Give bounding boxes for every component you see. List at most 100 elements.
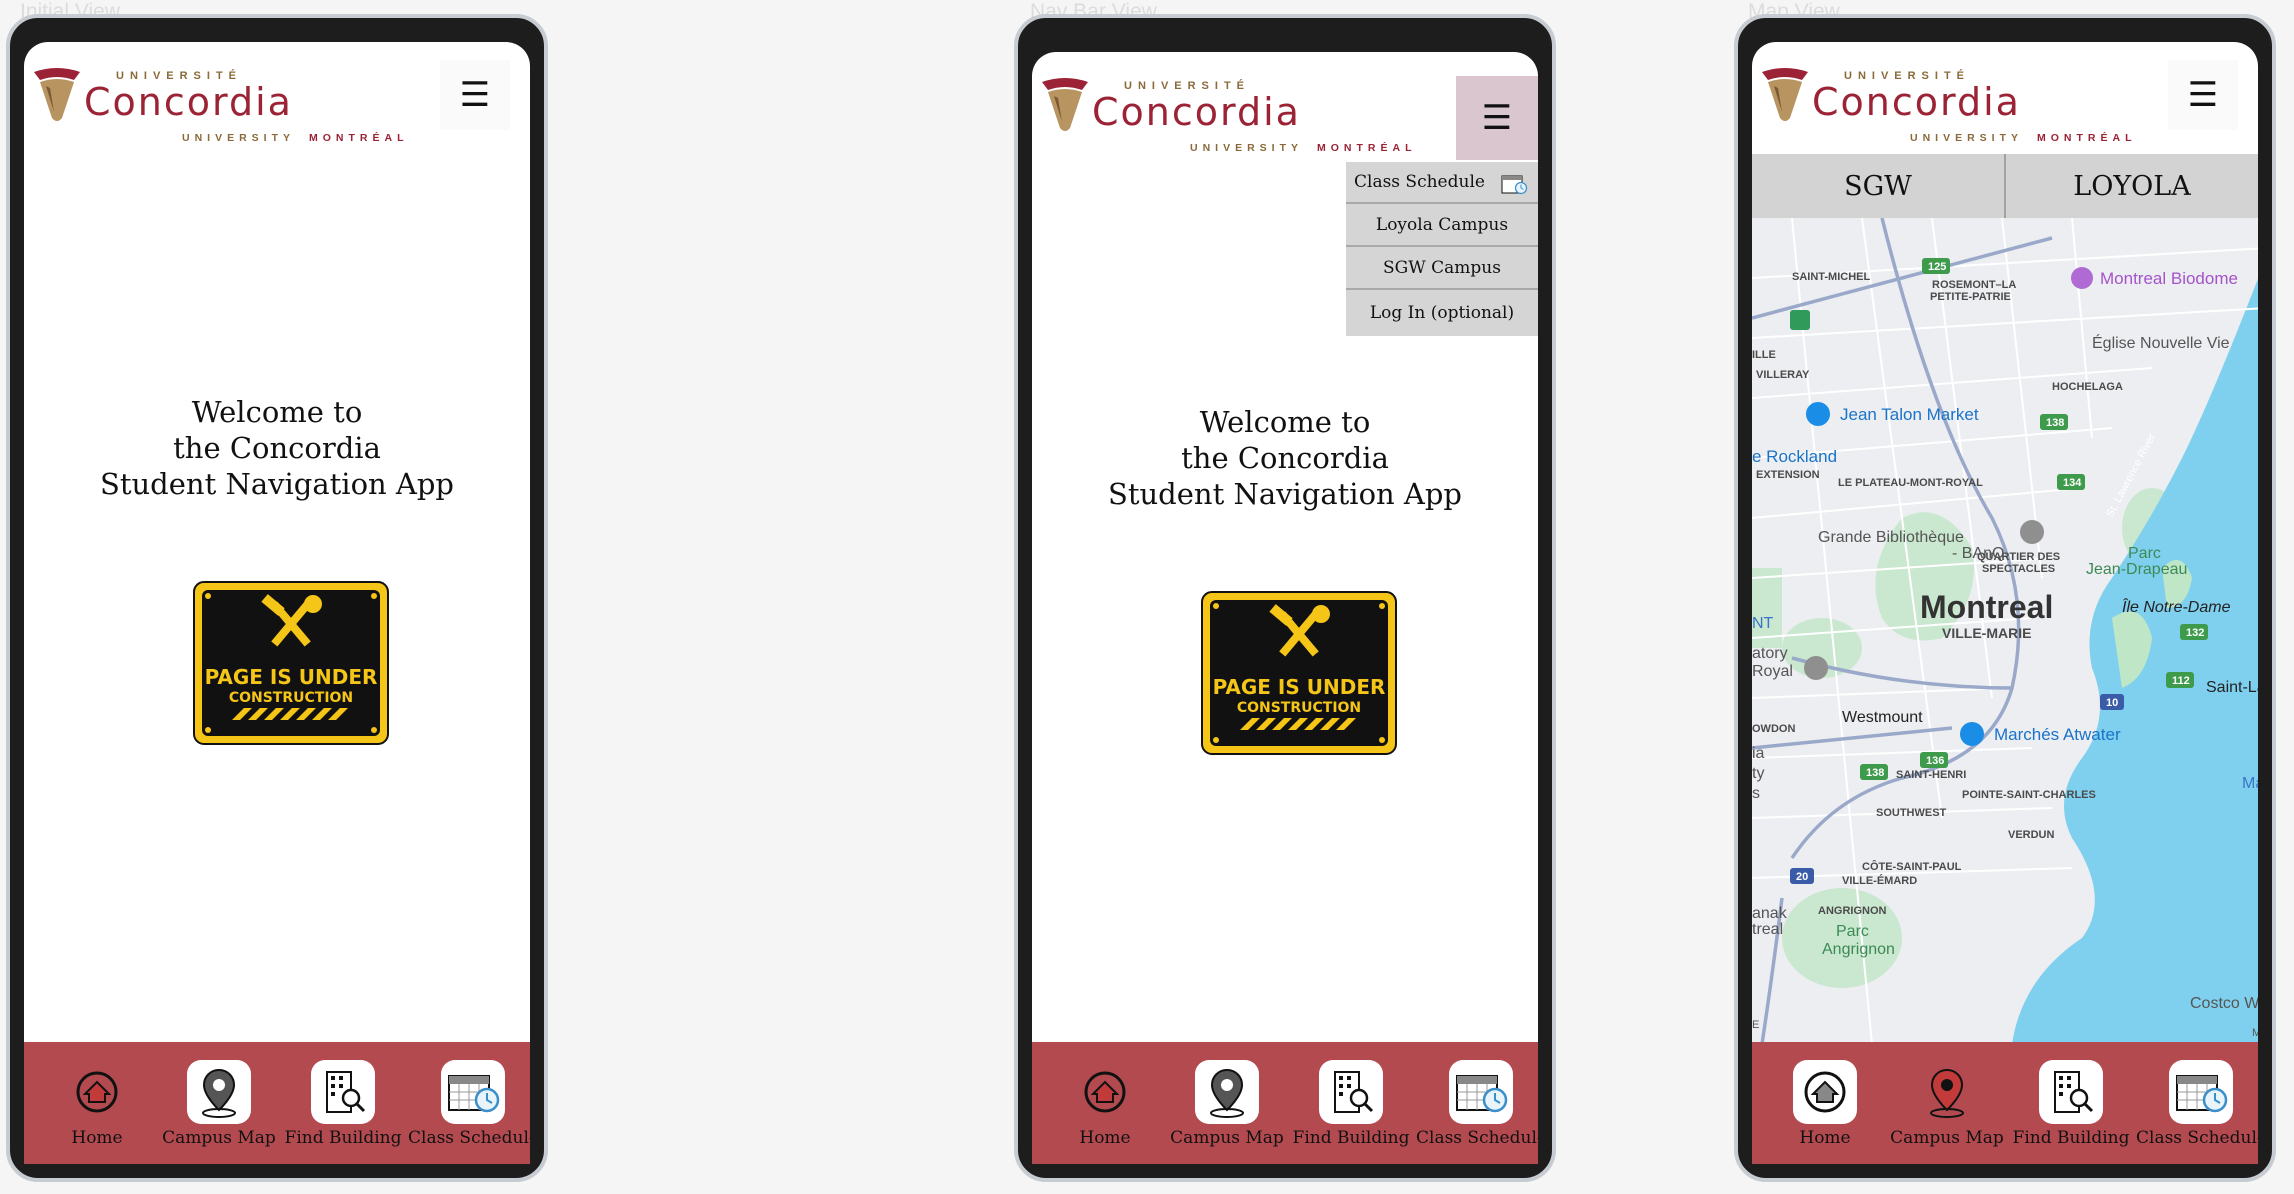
map-pin-icon	[187, 1060, 251, 1124]
svg-text:SOUTHWEST: SOUTHWEST	[1876, 807, 1947, 819]
svg-text:VILLERAY: VILLERAY	[1756, 369, 1810, 381]
phone-initial-view: UNIVERSITÉ Concordia UNIVERSITY MONTRÉAL …	[6, 14, 548, 1182]
svg-text:138: 138	[2046, 417, 2064, 429]
hamburger-menu-button[interactable]: ☰	[1456, 76, 1538, 160]
under-construction-sign: PAGE IS UNDER CONSTRUCTION	[1201, 591, 1397, 755]
svg-text:Saint-La: Saint-La	[2206, 679, 2258, 696]
concordia-logo[interactable]: UNIVERSITÉ Concordia UNIVERSITY MONTRÉAL	[1760, 60, 2132, 144]
bottom-nav: Home Campus Map Find Building Class Sche…	[24, 1042, 530, 1164]
svg-text:e Rockland: e Rockland	[1752, 447, 1837, 466]
bottom-nav: Home Campus Map Find Building Class Sche…	[1752, 1042, 2258, 1164]
nav-class-schedule[interactable]: Class Schedule	[408, 1060, 530, 1148]
library-icon	[2020, 520, 2044, 544]
hamburger-menu-button[interactable]: ☰	[2168, 60, 2238, 130]
map-canvas[interactable]: SAINT-MICHEL ROSEMONT–LA PETITE-PATRIE I…	[1752, 218, 2258, 1042]
calendar-clock-icon	[441, 1060, 505, 1124]
svg-text:SAINT-MICHEL: SAINT-MICHEL	[1792, 271, 1871, 283]
svg-text:Westmount: Westmount	[1842, 709, 1923, 726]
building-search-icon	[2039, 1060, 2103, 1124]
menu-item-log-in[interactable]: Log In (optional)	[1346, 290, 1538, 336]
under-construction-sign: PAGE IS UNDER CONSTRUCTION	[193, 581, 389, 745]
svg-text:ILLE: ILLE	[1752, 349, 1776, 361]
map-pin-icon	[1195, 1060, 1259, 1124]
svg-text:atory: atory	[1752, 645, 1788, 662]
svg-text:VILLE-MARIE: VILLE-MARIE	[1942, 625, 2031, 641]
svg-text:CÔTE-SAINT-PAUL: CÔTE-SAINT-PAUL	[1862, 860, 1962, 873]
menu-item-sgw-campus[interactable]: SGW Campus	[1346, 247, 1538, 290]
nav-find-building[interactable]: Find Building	[278, 1060, 408, 1148]
nav-home[interactable]: Home	[32, 1060, 162, 1148]
nav-campus-map[interactable]: Campus Map	[1162, 1060, 1292, 1148]
nav-campus-map[interactable]: Campus Map	[154, 1060, 284, 1148]
nav-class-schedule[interactable]: Class Schedule	[1416, 1060, 1538, 1148]
svg-text:- BAnQ: - BAnQ	[1952, 545, 2004, 562]
svg-text:SPECTACLES: SPECTACLES	[1982, 563, 2055, 575]
phone-nav-bar-view: UNIVERSITÉ Concordia UNIVERSITY MONTRÉAL …	[1014, 14, 1556, 1182]
menu-item-class-schedule[interactable]: Class Schedule	[1346, 162, 1538, 204]
welcome-text: Welcome to the Concordia Student Navigat…	[1107, 405, 1462, 511]
svg-text:EXTENSION: EXTENSION	[1756, 469, 1820, 481]
campus-tabs: SGW LOYOLA	[1752, 154, 2258, 218]
screen: UNIVERSITÉ Concordia UNIVERSITY MONTRÉAL …	[24, 42, 530, 1164]
svg-text:CONSTRUCTION: CONSTRUCTION	[229, 690, 353, 706]
building-search-icon	[1319, 1060, 1383, 1124]
concordia-crest-icon	[1042, 78, 1088, 131]
tab-sgw[interactable]: SGW	[1752, 154, 2004, 218]
concordia-logo[interactable]: UNIVERSITÉ Concordia UNIVERSITY MONTRÉAL	[1040, 70, 1412, 154]
svg-text:VILLE-ÉMARD: VILLE-ÉMARD	[1842, 874, 1917, 887]
logo-bottom-text: UNIVERSITY MONTRÉAL	[1190, 142, 1417, 154]
svg-text:HOCHELAGA: HOCHELAGA	[2052, 381, 2123, 393]
svg-text:treal: treal	[1752, 921, 1783, 938]
home-icon	[1073, 1060, 1137, 1124]
calendar-clock-icon	[1449, 1060, 1513, 1124]
svg-text:PAGE IS UNDER: PAGE IS UNDER	[205, 665, 378, 689]
logo-name: Concordia	[1812, 80, 2021, 124]
svg-text:134: 134	[2063, 477, 2082, 489]
svg-text:s: s	[1752, 785, 1760, 802]
hospital-icon	[1790, 310, 1810, 330]
calendar-clock-icon	[1501, 175, 1528, 195]
svg-text:ANGRIGNON: ANGRIGNON	[1818, 905, 1887, 917]
nav-home[interactable]: Home	[1760, 1060, 1890, 1148]
concordia-logo[interactable]: UNIVERSITÉ Concordia UNIVERSITY MONTRÉAL	[32, 60, 404, 144]
svg-text:125: 125	[1928, 261, 1946, 273]
svg-text:10: 10	[2106, 697, 2118, 709]
welcome-text: Welcome to the Concordia Student Navigat…	[99, 395, 454, 501]
logo-name: Concordia	[1092, 90, 1301, 134]
nav-class-schedule[interactable]: Class Schedule	[2136, 1060, 2258, 1148]
nav-campus-map[interactable]: Campus Map	[1882, 1060, 2012, 1148]
svg-text:M: M	[2252, 1027, 2258, 1039]
campus-map[interactable]: SAINT-MICHEL ROSEMONT–LA PETITE-PATRIE I…	[1752, 218, 2258, 1042]
tab-loyola[interactable]: LOYOLA	[2004, 154, 2258, 218]
svg-text:138: 138	[1866, 767, 1884, 779]
phone-map-view: UNIVERSITÉ Concordia UNIVERSITY MONTRÉAL …	[1734, 14, 2276, 1182]
home-icon	[1793, 1060, 1857, 1124]
concordia-crest-icon	[34, 68, 80, 121]
svg-text:Grande Bibliothèque: Grande Bibliothèque	[1818, 529, 1964, 546]
svg-text:Église Nouvelle Vie: Église Nouvelle Vie	[2092, 333, 2230, 352]
screen: UNIVERSITÉ Concordia UNIVERSITY MONTRÉAL …	[1752, 42, 2258, 1164]
svg-text:132: 132	[2186, 627, 2204, 639]
svg-text:Parc: Parc	[1836, 923, 1869, 940]
nav-find-building[interactable]: Find Building	[1286, 1060, 1416, 1148]
svg-text:Parc: Parc	[2128, 545, 2161, 562]
home-icon	[65, 1060, 129, 1124]
svg-text:LE PLATEAU-MONT-ROYAL: LE PLATEAU-MONT-ROYAL	[1838, 477, 1983, 489]
screen: UNIVERSITÉ Concordia UNIVERSITY MONTRÉAL …	[1032, 52, 1538, 1164]
menu-item-loyola-campus[interactable]: Loyola Campus	[1346, 204, 1538, 247]
svg-text:Costco W: Costco W	[2190, 995, 2258, 1012]
svg-text:Angrignon: Angrignon	[1822, 941, 1895, 958]
svg-text:VERDUN: VERDUN	[2008, 829, 2055, 841]
nav-find-building[interactable]: Find Building	[2006, 1060, 2136, 1148]
svg-text:anak: anak	[1752, 905, 1788, 922]
svg-text:Marchés Atwater: Marchés Atwater	[1994, 725, 2121, 744]
svg-text:Jean-Drapeau: Jean-Drapeau	[2086, 561, 2187, 578]
nav-dropdown-menu: Class Schedule Loyola Campus SGW Campus …	[1346, 162, 1538, 336]
svg-text:112: 112	[2172, 675, 2190, 687]
hamburger-menu-button[interactable]: ☰	[440, 60, 510, 130]
svg-text:ty: ty	[1752, 765, 1764, 782]
logo-name: Concordia	[84, 80, 293, 124]
building-search-icon	[311, 1060, 375, 1124]
nav-home[interactable]: Home	[1040, 1060, 1170, 1148]
svg-text:20: 20	[1796, 871, 1808, 883]
